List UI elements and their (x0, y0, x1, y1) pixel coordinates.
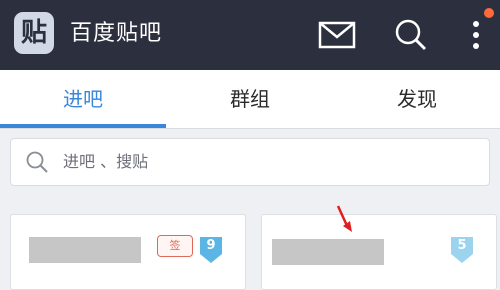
tabs-divider (0, 128, 500, 129)
level-number: 9 (206, 238, 216, 253)
red-arrow-annotation (336, 205, 352, 232)
tab-groups[interactable]: 群组 (166, 70, 334, 128)
notification-dot (484, 8, 494, 18)
mail-icon[interactable] (318, 14, 356, 54)
forum-card[interactable]: 5 (261, 214, 497, 290)
search-icon (26, 151, 48, 173)
redacted-forum-name (29, 237, 141, 263)
tab-jinba[interactable]: 进吧 (0, 70, 166, 128)
app-title: 百度贴吧 (70, 21, 163, 46)
app-logo[interactable]: 贴 (14, 12, 54, 54)
search-placeholder: 进吧 、搜贴 (63, 152, 149, 171)
more-vertical-icon[interactable] (462, 14, 492, 54)
level-number: 5 (457, 238, 467, 253)
forum-card[interactable]: 签 9 (10, 214, 246, 290)
signed-badge: 签 (157, 235, 193, 257)
search-icon[interactable] (394, 14, 428, 54)
redacted-forum-name (272, 239, 384, 265)
tab-discover[interactable]: 发现 (334, 70, 500, 128)
search-input[interactable]: 进吧 、搜贴 (10, 138, 490, 186)
logo-glyph: 贴 (20, 18, 47, 48)
